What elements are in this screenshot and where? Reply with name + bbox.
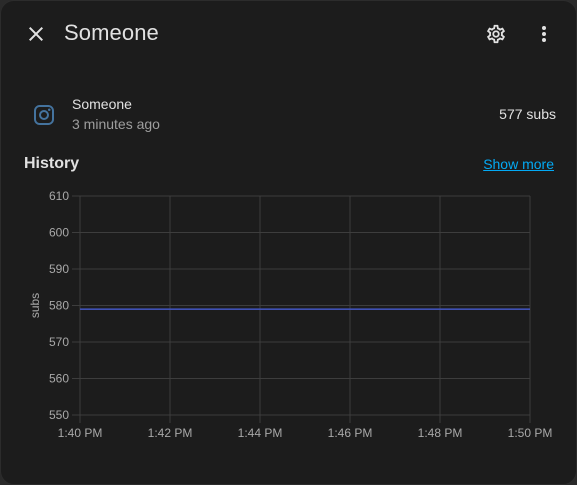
- history-heading: History: [24, 155, 80, 172]
- x-tick-label: 1:48 PM: [418, 426, 463, 440]
- x-tick-label: 1:50 PM: [508, 426, 553, 440]
- more-vertical-icon: [542, 26, 546, 42]
- y-axis-label: subs: [28, 293, 42, 318]
- x-tick-label: 1:44 PM: [238, 426, 283, 440]
- history-chart: 550 560 570 580 590 600 610 1:40 PM 1:42 PM 1:44…: [28, 189, 553, 440]
- instagram-icon: [34, 105, 54, 125]
- gear-icon: [487, 24, 505, 44]
- y-tick-label: 580: [49, 299, 69, 313]
- show-more-link[interactable]: Show more: [483, 156, 554, 172]
- close-icon: [29, 27, 43, 41]
- close-button[interactable]: [16, 14, 56, 54]
- y-tick-label: 610: [49, 189, 69, 203]
- y-tick-label: 550: [49, 408, 69, 422]
- entity-state: 577 subs: [499, 106, 556, 122]
- y-tick-label: 570: [49, 335, 69, 349]
- x-tick-label: 1:42 PM: [148, 426, 193, 440]
- entity-row: Someone 3 minutes ago 577 subs: [1, 87, 576, 143]
- y-tick-label: 590: [49, 262, 69, 276]
- entity-last-changed: 3 minutes ago: [72, 116, 160, 132]
- x-axis-ticks: 1:40 PM 1:42 PM 1:44 PM 1:46 PM 1:48 PM 1:50 …: [58, 426, 553, 440]
- dialog-title: Someone: [64, 20, 159, 45]
- y-axis-ticks: 550 560 570 580 590 600 610: [49, 189, 69, 422]
- dialog-header: Someone: [1, 1, 576, 67]
- y-tick-label: 600: [49, 226, 69, 240]
- x-tick-label: 1:40 PM: [58, 426, 103, 440]
- entity-name: Someone: [72, 96, 132, 112]
- more-info-dialog: Someone Someone 3 minutes ago 577 subs H…: [0, 0, 577, 485]
- more-options-button[interactable]: [524, 14, 564, 54]
- settings-button[interactable]: [476, 14, 516, 54]
- y-tick-label: 560: [49, 372, 69, 386]
- x-tick-label: 1:46 PM: [328, 426, 373, 440]
